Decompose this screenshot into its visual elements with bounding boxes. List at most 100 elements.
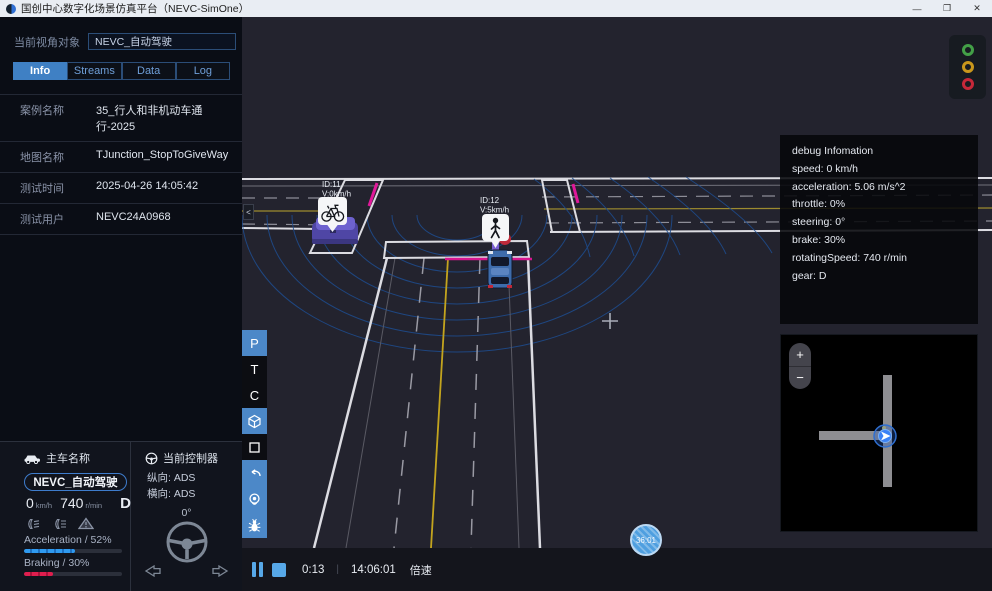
steering-wheel-area [131, 519, 242, 581]
traffic-light-green [962, 44, 974, 56]
braking-fill [24, 572, 53, 576]
sidebar-collapse-button[interactable]: < [243, 204, 254, 220]
debug-title: debug Infomation [792, 143, 966, 161]
info-row-user: 测试用户 NEVC24A0968 [0, 204, 242, 235]
tool-p-button[interactable]: P [242, 330, 267, 356]
hazard-warning-icon [78, 517, 94, 530]
debug-throttle: throttle: 0% [792, 196, 966, 214]
view-object-label: 当前视角对象 [14, 34, 80, 50]
map-name-label: 地图名称 [20, 149, 96, 165]
steer-right-arrow-icon [210, 563, 232, 579]
debug-steering: steering: 0° [792, 214, 966, 232]
test-time-value: 2025-04-26 14:05:42 [96, 180, 198, 196]
pedestrian-speed-label: V:5km/h [480, 206, 509, 215]
steering-icon [145, 452, 158, 465]
countdown-timer-badge[interactable]: 36:01 [630, 524, 662, 556]
cyclist-id-label: ID:11 [322, 180, 341, 189]
view-object-input[interactable] [88, 33, 236, 50]
lateral-control: 横向: ADS [131, 486, 242, 501]
acceleration-fill [24, 549, 75, 553]
titlebar: 国创中心数字化场景仿真平台（NEVC-SimOne） — ❐ ✕ [0, 0, 992, 17]
stop-button[interactable] [272, 563, 286, 577]
window-controls: — ❐ ✕ [902, 0, 992, 17]
tool-t-button[interactable]: T [242, 356, 267, 382]
window-title: 国创中心数字化场景仿真平台（NEVC-SimOne） [21, 1, 902, 16]
bug-icon [247, 518, 262, 533]
acceleration-label: Acceleration / 52% [24, 534, 130, 546]
vehicle-title: 主车名称 [46, 450, 90, 466]
tool-select-button[interactable] [242, 434, 267, 460]
pause-button[interactable] [252, 562, 263, 577]
sidebar: 当前视角对象 Info Streams Data Log 案例名称 35_行人和… [0, 17, 242, 591]
debug-brake: brake: 30% [792, 232, 966, 250]
minimap-ego-marker [874, 425, 896, 447]
traffic-light-yellow [962, 61, 974, 73]
elapsed-time: 0:13 [302, 564, 324, 576]
view-object-row: 当前视角对象 [0, 17, 242, 60]
longitudinal-control: 纵向: ADS [131, 470, 242, 485]
test-user-label: 测试用户 [20, 211, 96, 227]
speed-row: 0 km/h 740 r/min D [0, 495, 130, 512]
maximize-button[interactable]: ❐ [932, 0, 962, 17]
tool-undo-button[interactable] [242, 460, 267, 486]
tool-cube-button[interactable] [242, 408, 267, 434]
debug-gear: gear: D [792, 268, 966, 286]
traffic-light-red [962, 78, 974, 90]
sidebar-tabs: Info Streams Data Log [13, 62, 230, 80]
speed-value: 0 [26, 495, 34, 511]
playback-bar: 0:13 | 14:06:01 倍速 [242, 548, 992, 591]
test-time-label: 测试时间 [20, 180, 96, 196]
rpm-value: 740 [60, 495, 83, 511]
steering-angle: 0° [131, 507, 242, 519]
close-button[interactable]: ✕ [962, 0, 992, 17]
minimap-zoom-control: + − [789, 343, 811, 389]
gear-indicator: D [120, 495, 131, 512]
car-icon [24, 453, 41, 464]
debug-acceleration: acceleration: 5.06 m/s^2 [792, 179, 966, 197]
tab-log[interactable]: Log [176, 62, 230, 80]
info-row-time: 测试时间 2025-04-26 14:05:42 [0, 173, 242, 204]
steer-left-arrow-icon [141, 563, 163, 579]
playback-speed-button[interactable]: 倍速 [410, 562, 432, 578]
braking-label: Braking / 30% [24, 557, 130, 569]
square-icon [247, 440, 262, 455]
low-beam-icon [24, 518, 41, 530]
tab-info[interactable]: Info [13, 62, 67, 80]
tab-streams[interactable]: Streams [67, 62, 121, 80]
zoom-out-button[interactable]: − [789, 367, 811, 390]
controller-panel: 当前控制器 纵向: ADS 横向: ADS 0° [131, 442, 242, 591]
map-name-value: TJunction_StopToGiveWay [96, 149, 228, 165]
vehicle-panel-left: 主车名称 NEVC_自动驾驶 0 km/h 740 r/min D [0, 442, 131, 591]
steering-wheel-icon [162, 519, 212, 569]
vehicle-name-button[interactable]: NEVC_自动驾驶 [24, 473, 127, 491]
speed-unit: km/h [36, 501, 52, 510]
ego-vehicle[interactable] [488, 250, 512, 288]
info-rows: 案例名称 35_行人和非机动车通行-2025 地图名称 TJunction_St… [0, 94, 242, 235]
test-user-value: NEVC24A0968 [96, 211, 171, 227]
debug-panel: debug Infomation speed: 0 km/h accelerat… [780, 135, 978, 324]
curved-arrow-icon [247, 466, 262, 481]
vehicle-panel: 主车名称 NEVC_自动驾驶 0 km/h 740 r/min D [0, 441, 242, 591]
time-separator: | [336, 564, 339, 575]
tool-locate-button[interactable] [242, 486, 267, 512]
indicator-icons-row [24, 517, 130, 530]
minimize-button[interactable]: — [902, 0, 932, 17]
rpm-unit: r/min [85, 501, 102, 510]
viewport-toolbar: P T C [242, 330, 267, 538]
location-icon [247, 492, 262, 507]
braking-bar [24, 572, 122, 576]
simulation-viewport[interactable]: ID:11 V:0km/h ID:12 V:5km/h < P T C [242, 17, 992, 548]
high-beam-icon [51, 518, 68, 530]
tool-c-button[interactable]: C [242, 382, 267, 408]
cube-icon [247, 414, 262, 429]
tab-data[interactable]: Data [122, 62, 176, 80]
debug-rotating-speed: rotatingSpeed: 740 r/min [792, 250, 966, 268]
case-name-value: 35_行人和非机动车通行-2025 [96, 102, 236, 134]
clock-time: 14:06:01 [351, 564, 396, 576]
vehicle-title-row: 主车名称 [0, 450, 130, 466]
controller-title: 当前控制器 [163, 450, 218, 466]
app-icon [6, 4, 16, 14]
tool-debug-button[interactable] [242, 512, 267, 538]
zoom-in-button[interactable]: + [789, 343, 811, 367]
minimap[interactable]: + − [780, 334, 978, 532]
